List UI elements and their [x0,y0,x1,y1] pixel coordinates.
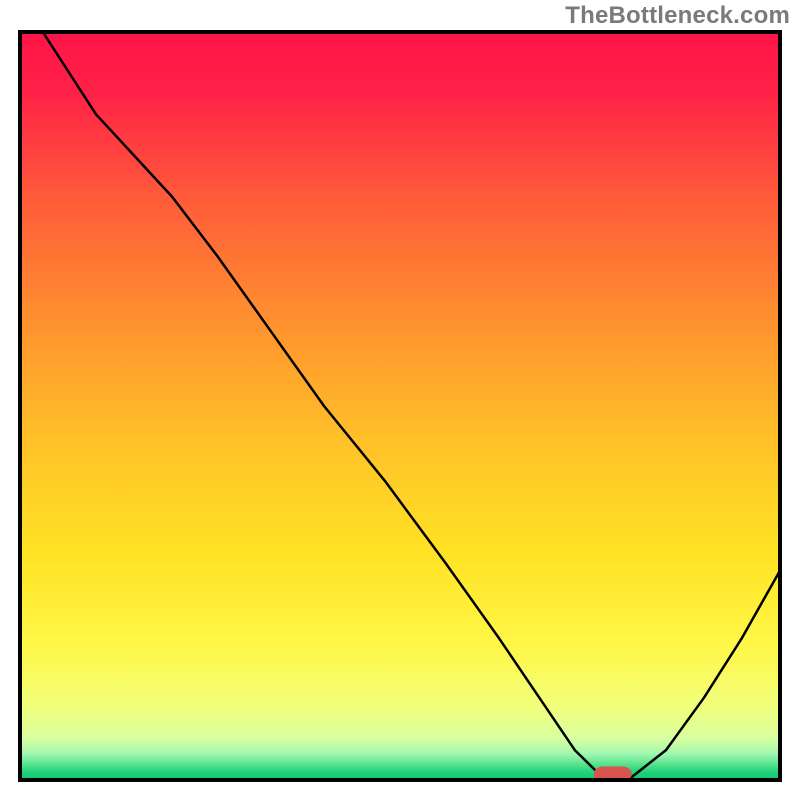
chart-container: TheBottleneck.com [0,0,800,800]
bottleneck-chart [0,0,800,800]
watermark-text: TheBottleneck.com [565,2,790,30]
gradient-background [20,32,780,780]
